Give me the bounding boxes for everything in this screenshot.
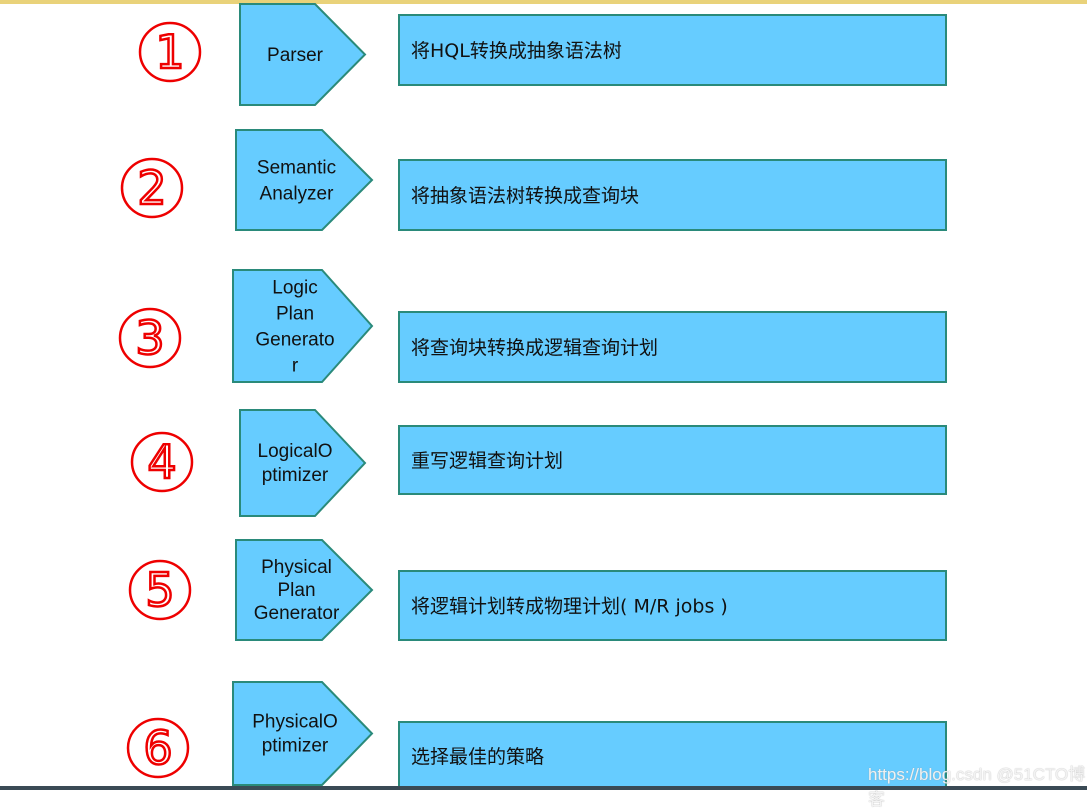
- step-number: 5: [145, 563, 174, 617]
- step-label: PhysicalO: [252, 711, 338, 732]
- hive-compile-flow-diagram: Parser 将HQL转换成抽象语法树 1 Semantic Analyzer 将抽象语法…: [118, 3, 947, 790]
- step-label: Generato: [255, 330, 334, 351]
- step-number: 1: [155, 25, 184, 79]
- step-pentagon: [239, 409, 367, 517]
- step-label: ptimizer: [262, 465, 329, 486]
- step-number: 3: [135, 311, 164, 365]
- step-label: Semantic: [257, 158, 336, 179]
- step-label: LogicalO: [258, 441, 333, 462]
- step-label: Analyzer: [260, 184, 335, 205]
- step-number: 4: [147, 435, 176, 489]
- step-pentagon: [235, 129, 374, 231]
- step-number: 6: [143, 721, 172, 775]
- watermark: https://blog.csdn @51CTO博客: [868, 765, 1086, 809]
- step-description: 将查询块转换成逻辑查询计划: [411, 337, 658, 359]
- step-pentagon: [232, 681, 374, 786]
- step-label: Parser: [267, 45, 324, 66]
- step-description: 将抽象语法树转换成查询块: [411, 185, 639, 207]
- step-label: Logic: [272, 278, 317, 299]
- step-description: 选择最佳的策略: [411, 746, 544, 768]
- step-label: Generator: [254, 603, 340, 624]
- step-description: 重写逻辑查询计划: [411, 450, 563, 472]
- step-label: Plan: [277, 580, 315, 601]
- step-number: 2: [137, 161, 166, 215]
- step-label: ptimizer: [262, 735, 329, 756]
- step-description: 将逻辑计划转成物理计划( M/R jobs ): [411, 596, 728, 618]
- step-description: 将HQL转换成抽象语法树: [411, 40, 622, 62]
- step-label: Plan: [276, 304, 314, 325]
- step-label: r: [292, 356, 299, 377]
- step-label: Physical: [261, 557, 332, 578]
